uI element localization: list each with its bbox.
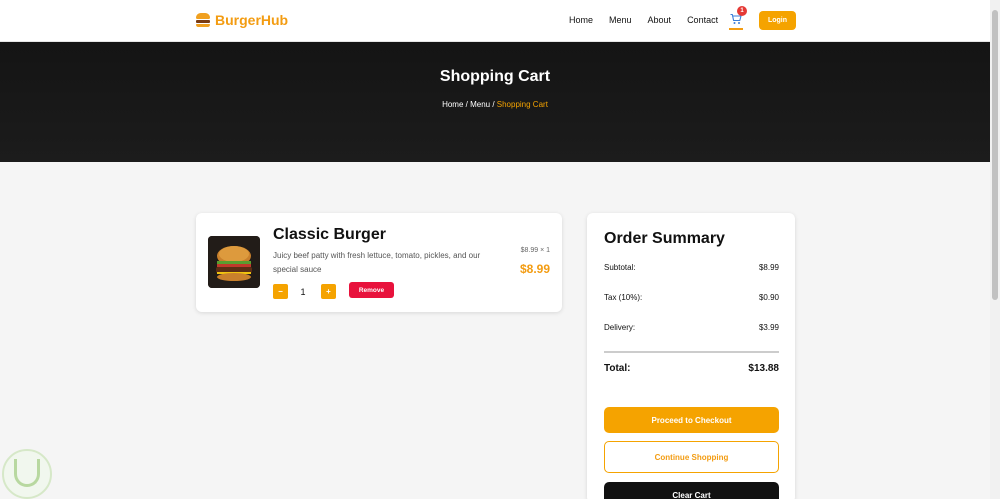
- breadcrumb: Home / Menu / Shopping Cart: [0, 100, 990, 109]
- continue-shopping-button[interactable]: Continue Shopping: [604, 441, 779, 473]
- item-description: Juicy beef patty with fresh lettuce, tom…: [273, 251, 481, 274]
- summary-label: Tax (10%):: [604, 293, 643, 302]
- navbar: BurgerHub Home Menu About Contact 1 Logi…: [0, 0, 990, 42]
- cart-item-card: Classic Burger Juicy beef patty with fre…: [196, 213, 562, 312]
- breadcrumb-menu[interactable]: Menu: [470, 100, 490, 109]
- clear-cart-button[interactable]: Clear Cart: [604, 482, 779, 499]
- brand-name: BurgerHub: [215, 12, 289, 28]
- unit-price: $8.99 × 1: [520, 247, 550, 254]
- summary-title: Order Summary: [604, 230, 725, 247]
- order-summary-card: Order Summary Subtotal: $8.99 Tax (10%):…: [587, 213, 795, 499]
- nav-link-contact[interactable]: Contact: [687, 15, 718, 25]
- cart-link[interactable]: 1: [729, 6, 747, 30]
- checkout-button[interactable]: Proceed to Checkout: [604, 407, 779, 433]
- total-value: $13.88: [748, 363, 779, 374]
- login-button[interactable]: Login: [759, 11, 796, 30]
- summary-label: Delivery:: [604, 323, 636, 332]
- total-label: Total:: [604, 363, 631, 374]
- breadcrumb-current: Shopping Cart: [496, 100, 548, 109]
- page-scrollbar[interactable]: [990, 0, 1000, 499]
- cart-count-badge: 1: [737, 6, 747, 16]
- watermark-logo: [2, 449, 52, 499]
- page-title: Shopping Cart: [439, 68, 551, 85]
- nav-link-home[interactable]: Home: [569, 15, 593, 25]
- nav-link-about[interactable]: About: [648, 15, 672, 25]
- brand-logo[interactable]: BurgerHub: [196, 12, 288, 28]
- nav-link-menu[interactable]: Menu: [609, 15, 632, 25]
- summary-label: Subtotal:: [604, 263, 636, 272]
- quantity-value: 1: [300, 287, 306, 297]
- scrollbar-thumb[interactable]: [992, 10, 998, 300]
- breadcrumb-separator: /: [490, 100, 497, 109]
- line-total: $8.99: [519, 262, 550, 276]
- hero-banner: Shopping Cart Home / Menu / Shopping Car…: [0, 42, 990, 162]
- summary-value: $8.99: [758, 263, 779, 272]
- item-name: Classic Burger: [273, 226, 386, 243]
- increase-quantity-button[interactable]: +: [321, 284, 336, 299]
- burger-image: [208, 236, 260, 288]
- breadcrumb-home[interactable]: Home: [442, 100, 463, 109]
- decrease-quantity-button[interactable]: −: [273, 284, 288, 299]
- summary-value: $0.90: [758, 293, 779, 302]
- burger-icon: [196, 13, 210, 27]
- summary-value: $3.99: [758, 323, 779, 332]
- nav-links: Home Menu About Contact: [569, 15, 734, 25]
- remove-item-button[interactable]: Remove: [349, 282, 394, 298]
- summary-divider: [604, 351, 779, 353]
